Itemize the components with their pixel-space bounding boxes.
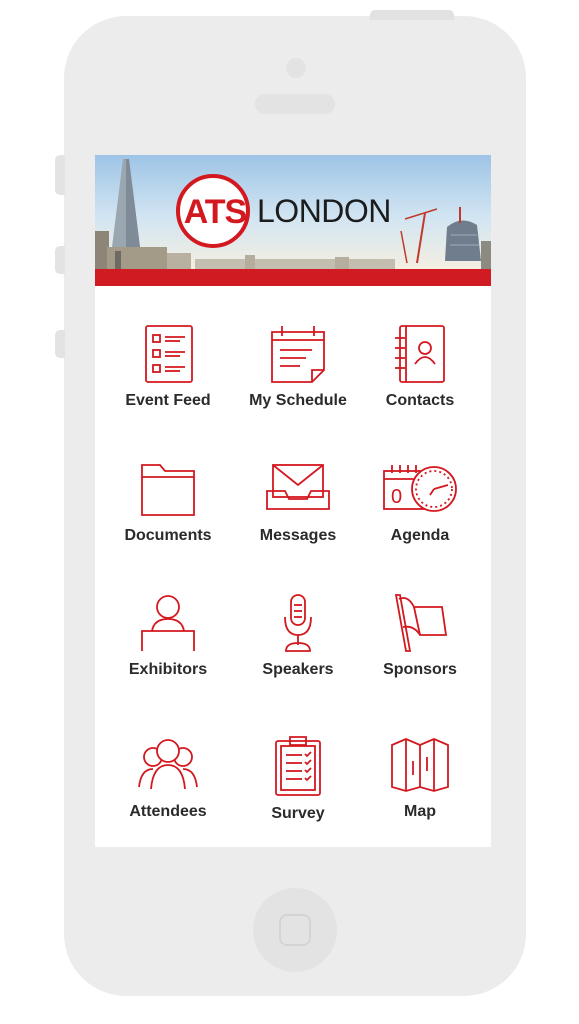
flag-icon [394, 594, 448, 652]
menu-item-label: Attendees [129, 803, 207, 820]
home-button-square-icon [279, 914, 311, 946]
menu-item-contacts[interactable]: Contacts [354, 324, 486, 410]
menu-item-label: Survey [271, 805, 325, 822]
booth-person-icon [141, 595, 195, 651]
inbox-envelope-icon [266, 464, 330, 510]
menu-grid: Event Feed My Schedule Contacts Document… [95, 286, 491, 847]
volume-down-button [55, 330, 65, 358]
menu-item-exhibitors[interactable]: Exhibitors [102, 593, 234, 679]
folder-icon [141, 464, 195, 516]
menu-item-label: Contacts [385, 392, 455, 409]
logo-mark-text: ATS [183, 193, 247, 231]
menu-item-label: My Schedule [249, 392, 347, 409]
front-camera [286, 58, 306, 78]
header-banner: ATS LONDON [95, 155, 491, 286]
earpiece-speaker [255, 94, 335, 114]
mute-switch [55, 155, 65, 195]
volume-up-button [55, 246, 65, 274]
menu-item-sponsors[interactable]: Sponsors [354, 593, 486, 679]
menu-item-label: Event Feed [125, 392, 211, 409]
checklist-icon [145, 325, 193, 383]
menu-item-label: Agenda [390, 527, 450, 544]
menu-item-map[interactable]: Map [354, 735, 486, 821]
menu-item-label: Speakers [262, 661, 334, 678]
folded-map-icon [391, 738, 449, 792]
menu-item-survey[interactable]: Survey [232, 735, 364, 823]
menu-item-speakers[interactable]: Speakers [232, 593, 364, 679]
svg-text:0: 0 [391, 486, 402, 508]
menu-item-label: Sponsors [383, 661, 457, 678]
calendar-clock-icon: 0 [383, 465, 457, 512]
people-group-icon [138, 739, 198, 790]
menu-item-attendees[interactable]: Attendees [102, 735, 234, 821]
app-screen: ATS LONDON Event Feed My Schedule Contac… [95, 155, 491, 847]
menu-item-my-schedule[interactable]: My Schedule [232, 324, 364, 410]
menu-item-event-feed[interactable]: Event Feed [102, 324, 234, 410]
menu-item-documents[interactable]: Documents [102, 459, 234, 545]
microphone-icon [284, 594, 312, 652]
menu-item-agenda[interactable]: 0 Agenda [354, 459, 486, 545]
menu-item-messages[interactable]: Messages [232, 459, 364, 545]
menu-item-label: Map [404, 803, 436, 820]
menu-item-label: Messages [259, 527, 337, 544]
menu-item-label: Exhibitors [128, 661, 208, 678]
logo-city-text: LONDON [257, 193, 391, 229]
clipboard-checklist-icon [275, 736, 321, 796]
menu-item-label: Documents [124, 527, 212, 544]
calendar-note-icon [271, 326, 325, 383]
address-book-icon [395, 325, 445, 383]
power-button [370, 10, 454, 20]
